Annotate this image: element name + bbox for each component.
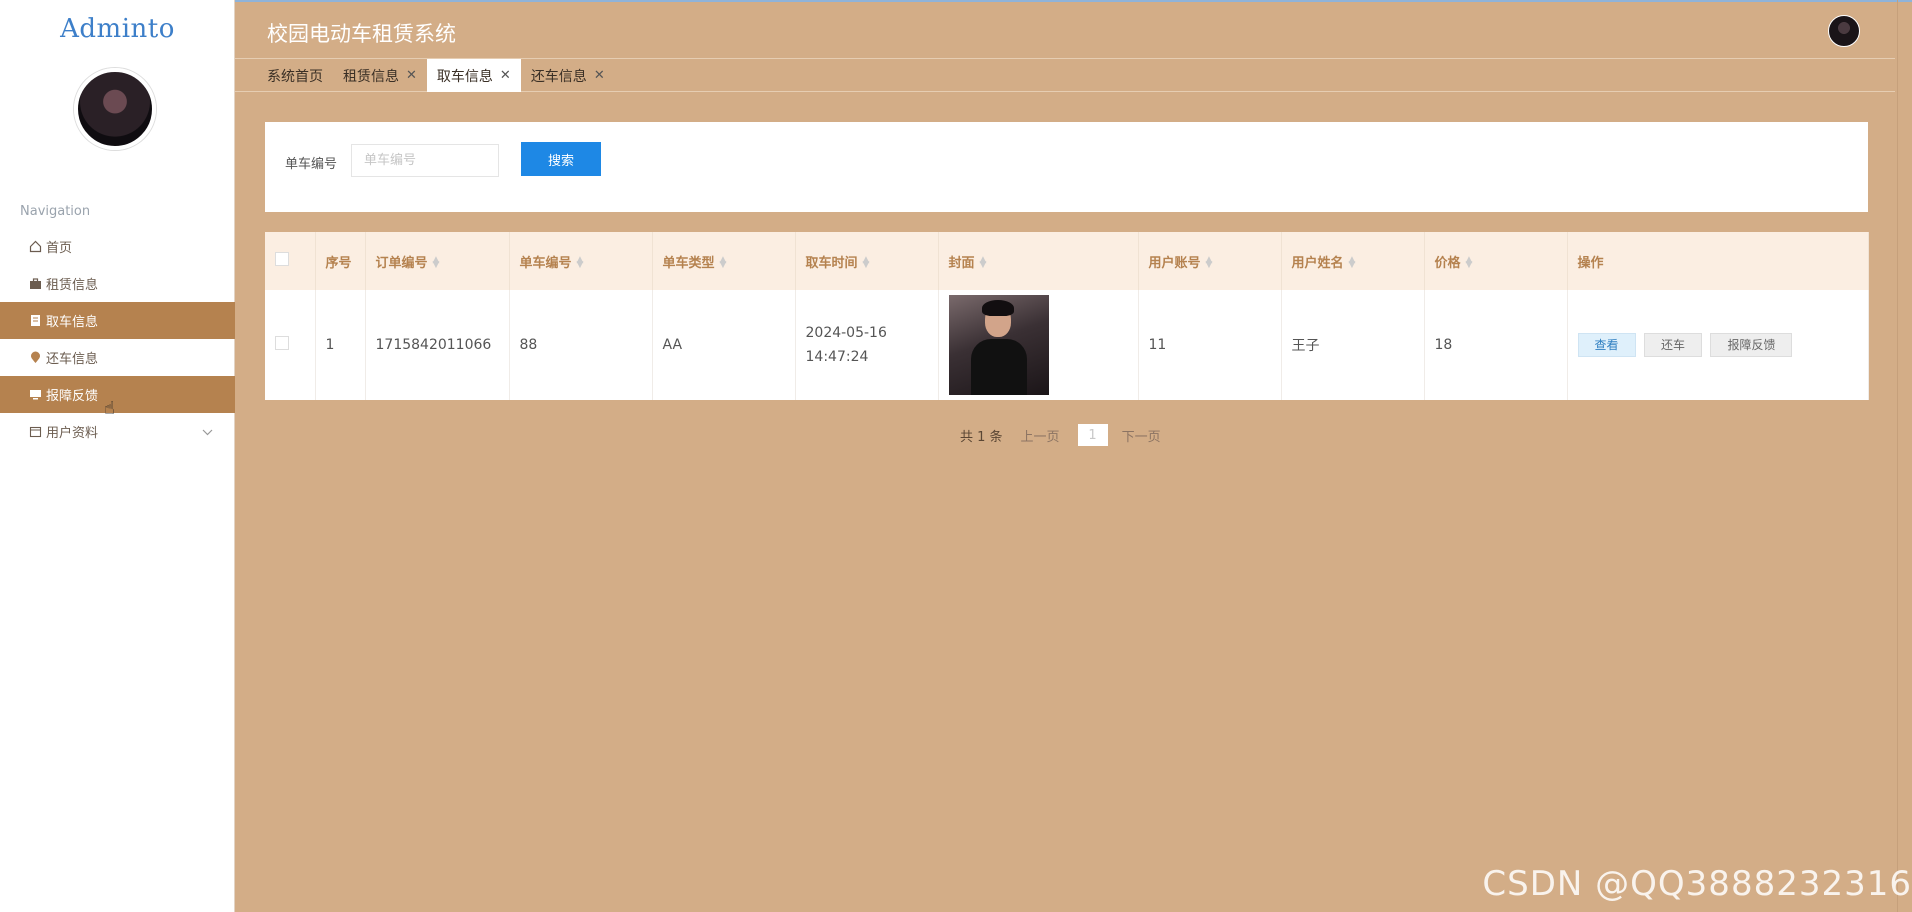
column-label: 价格: [1434, 255, 1461, 271]
sidebar-item-label: 报障反馈: [46, 389, 99, 404]
bike-number-input[interactable]: [351, 144, 499, 177]
column-label: 封面: [948, 255, 975, 271]
tab-pickup-info[interactable]: 取车信息 ✕: [426, 59, 521, 92]
prev-page-button[interactable]: 上一页: [1021, 426, 1060, 445]
mouse-cursor-icon: ☝: [104, 398, 115, 419]
tab-label: 租赁信息: [343, 68, 399, 85]
sidebar-item-label: 用户资料: [46, 426, 99, 441]
column-header-pickup-time[interactable]: 取车时间 ▲ ▼: [795, 232, 939, 290]
table-row: 1 1715842011066 88 AA 2024-05-16 14:47:2…: [265, 290, 1869, 400]
column-header-bike-no[interactable]: 单车编号 ▲ ▼: [509, 232, 653, 290]
sort-icon[interactable]: ▲ ▼: [1466, 256, 1473, 270]
cover-image[interactable]: [948, 295, 1049, 395]
sort-icon[interactable]: ▲ ▼: [863, 256, 870, 270]
total-count: 共 1 条: [960, 429, 1003, 445]
cell-actions: 查看 还车 报障反馈: [1567, 290, 1869, 400]
user-avatar-large: [74, 68, 156, 150]
row-checkbox[interactable]: [275, 336, 289, 350]
column-label: 单车类型: [662, 255, 715, 271]
select-all-cell: [265, 232, 316, 290]
column-header-cover[interactable]: 封面 ▲ ▼: [938, 232, 1139, 290]
column-header-bike-type[interactable]: 单车类型 ▲ ▼: [652, 232, 796, 290]
sort-icon[interactable]: ▲ ▼: [433, 256, 440, 270]
calendar-icon: [28, 425, 42, 439]
cell-index: 1: [315, 290, 366, 400]
page-title: 校园电动车租赁系统: [267, 22, 456, 46]
row-select-cell: [265, 290, 316, 400]
column-label: 订单编号: [375, 255, 428, 271]
document-icon: [28, 314, 42, 328]
briefcase-icon: [28, 277, 42, 291]
scrollbar[interactable]: [1897, 0, 1898, 912]
data-table: 序号 订单编号 ▲ ▼ 单车编号 ▲ ▼ 单车类型 ▲ ▼ 取车时间 ▲ ▼ 封面 ▲ ▼ 用户账号…: [265, 232, 1869, 400]
cell-name: 王子: [1281, 290, 1425, 400]
column-header-actions: 操作: [1567, 232, 1869, 290]
sidebar-item-home[interactable]: 首页: [0, 228, 235, 265]
close-icon[interactable]: ✕: [406, 68, 417, 83]
column-label: 单车编号: [519, 255, 572, 271]
monitor-icon: [28, 388, 42, 402]
sidebar-item-user-profile[interactable]: 用户资料: [0, 413, 235, 450]
tab-label: 还车信息: [530, 68, 587, 85]
cell-order-no: 1715842011066: [365, 290, 510, 400]
fault-feedback-button[interactable]: 报障反馈: [1710, 333, 1793, 357]
app-logo[interactable]: Adminto: [0, 14, 235, 44]
sort-icon[interactable]: ▲ ▼: [1349, 256, 1356, 270]
home-icon: [28, 240, 42, 254]
avatar[interactable]: [1828, 15, 1860, 47]
sort-icon[interactable]: ▲ ▼: [720, 256, 727, 270]
column-label: 用户账号: [1148, 255, 1201, 271]
tab-label: 系统首页: [267, 68, 323, 85]
sort-icon[interactable]: ▲ ▼: [980, 256, 987, 270]
close-icon[interactable]: ✕: [594, 68, 605, 83]
sidebar-item-label: 首页: [46, 241, 73, 256]
cell-account: 11: [1138, 290, 1282, 400]
tab-label: 取车信息: [436, 68, 493, 85]
sidebar-item-fault-feedback[interactable]: 报障反馈: [0, 376, 235, 413]
sidebar-item-rental-info[interactable]: 租赁信息: [0, 265, 235, 302]
search-label: 单车编号: [285, 157, 338, 172]
tab-rental-info[interactable]: 租赁信息 ✕: [333, 59, 427, 92]
column-label: 取车时间: [805, 255, 858, 271]
search-panel: 单车编号 搜索: [265, 122, 1868, 212]
cell-bike-type: AA: [652, 290, 796, 400]
nav-section-title: Navigation: [20, 204, 91, 219]
sidebar-item-pickup-info[interactable]: 取车信息: [0, 302, 235, 339]
column-header-account[interactable]: 用户账号 ▲ ▼: [1138, 232, 1282, 290]
location-pin-icon: [28, 351, 42, 365]
chevron-down-icon[interactable]: [202, 425, 213, 440]
cell-pickup-time: 2024-05-16 14:47:24: [795, 290, 939, 400]
watermark: CSDN @QQ3888232316: [1482, 864, 1912, 904]
cell-bike-no: 88: [509, 290, 653, 400]
sidebar: Adminto Navigation 首页 租赁信息 取车信息 还车信息 报障反…: [0, 0, 235, 912]
tab-return-info[interactable]: 还车信息 ✕: [521, 59, 615, 92]
sort-icon[interactable]: ▲ ▼: [1206, 256, 1213, 270]
sidebar-item-label: 取车信息: [46, 315, 99, 330]
column-header-name[interactable]: 用户姓名 ▲ ▼: [1281, 232, 1425, 290]
tab-bar: 系统首页 租赁信息 ✕ 取车信息 ✕ 还车信息 ✕: [235, 58, 1895, 92]
column-label: 用户姓名: [1291, 255, 1344, 271]
column-header-price[interactable]: 价格 ▲ ▼: [1424, 232, 1568, 290]
column-header: 序号: [315, 232, 366, 290]
pagination: 共 1 条 上一页 1 下一页: [960, 424, 1179, 446]
view-button[interactable]: 查看: [1577, 333, 1636, 357]
next-page-button[interactable]: 下一页: [1122, 426, 1161, 445]
select-all-checkbox[interactable]: [275, 252, 289, 266]
column-header-order-no[interactable]: 订单编号 ▲ ▼: [365, 232, 510, 290]
sidebar-item-return-info[interactable]: 还车信息: [0, 339, 235, 376]
return-bike-button[interactable]: 还车: [1643, 333, 1702, 357]
sort-icon[interactable]: ▲ ▼: [577, 256, 584, 270]
sidebar-item-label: 租赁信息: [46, 278, 99, 293]
top-header: 校园电动车租赁系统: [235, 0, 1912, 58]
sidebar-item-label: 还车信息: [46, 352, 99, 367]
cell-cover: [938, 290, 1139, 400]
nav-list: 首页 租赁信息 取车信息 还车信息 报障反馈 用户资料: [0, 228, 235, 450]
tab-system-home[interactable]: 系统首页: [257, 59, 333, 92]
close-icon[interactable]: ✕: [500, 68, 511, 83]
cell-price: 18: [1424, 290, 1568, 400]
table-header-row: 序号 订单编号 ▲ ▼ 单车编号 ▲ ▼ 单车类型 ▲ ▼ 取车时间 ▲ ▼ 封面 ▲ ▼ 用户账号…: [265, 232, 1869, 290]
page-number-button[interactable]: 1: [1077, 424, 1108, 446]
search-button[interactable]: 搜索: [521, 142, 601, 176]
